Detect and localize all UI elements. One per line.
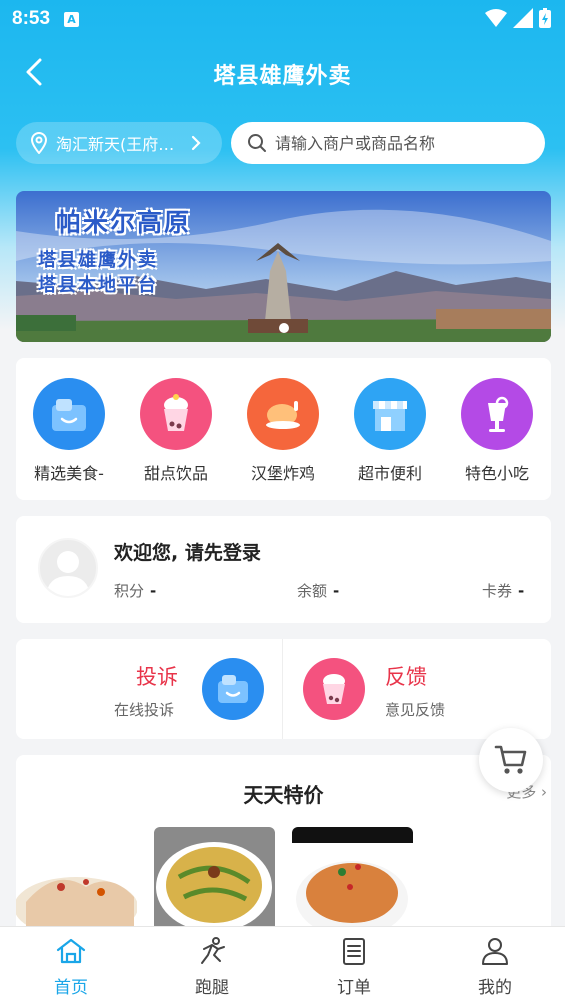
promo-banner[interactable]: 帕米尔高原 塔县雄鹰外卖 塔县本地平台 — [16, 191, 551, 342]
category-item[interactable]: 超市便利 — [345, 378, 435, 488]
status-time: 8:53 — [12, 8, 51, 29]
complaint-icon — [202, 658, 264, 720]
category-label: 特色小吃 — [464, 464, 529, 483]
store-icon — [354, 378, 426, 450]
search-input[interactable] — [275, 133, 535, 153]
profile-icon — [482, 938, 508, 965]
tab-label: 跑腿 — [195, 978, 229, 998]
location-pin-icon — [30, 132, 48, 154]
coupons-value: - — [518, 582, 525, 600]
home-icon — [56, 938, 86, 964]
carousel-indicator — [279, 323, 289, 333]
cart-button[interactable] — [479, 728, 543, 792]
location-text: 淘汇新天(王府… — [56, 135, 175, 154]
status-icons — [485, 8, 551, 28]
wifi-icon — [485, 9, 507, 27]
tab-label: 订单 — [337, 978, 371, 998]
avatar[interactable] — [38, 538, 98, 598]
login-prompt: 欢迎您, 请先登录 — [114, 542, 261, 564]
complaint-title: 投诉 — [136, 665, 178, 689]
coupons-stat[interactable]: 卡券 - — [482, 580, 524, 601]
location-selector[interactable]: 淘汇新天(王府… — [16, 122, 222, 164]
roast-chicken-icon — [247, 378, 319, 450]
daily-deals-section: 天天特价 更多 › — [16, 755, 551, 935]
runner-icon — [201, 937, 225, 964]
chevron-right-icon: › — [541, 783, 547, 801]
page-title: 塔县雄鹰外卖 — [213, 64, 352, 89]
notification-indicator: A — [64, 11, 80, 27]
tab-home[interactable]: 首页 — [21, 937, 121, 998]
complaint-entry[interactable]: 投诉 在线投诉 — [16, 639, 282, 739]
tab-orders[interactable]: 订单 — [304, 937, 404, 998]
deal-item-image[interactable] — [16, 827, 137, 935]
balance-value: - — [333, 582, 340, 600]
deal-item-image[interactable] — [154, 827, 275, 935]
milk-tea-icon — [140, 378, 212, 450]
section-title: 天天特价 — [243, 783, 324, 807]
category-label: 精选美食- — [34, 464, 104, 483]
points-value: - — [150, 582, 157, 600]
snack-cup-icon — [461, 378, 533, 450]
category-item[interactable]: 汉堡炸鸡 — [238, 378, 328, 488]
order-list-icon — [343, 938, 365, 965]
tab-label: 我的 — [478, 978, 512, 998]
battery-icon — [539, 8, 551, 28]
nav-bar: 塔县雄鹰外卖 — [0, 44, 565, 100]
points-label: 积分 — [114, 582, 145, 600]
deal-item-image[interactable] — [292, 827, 413, 935]
banner-line-2: 塔县本地平台 — [38, 275, 158, 296]
bottom-tab-bar: 首页 跑腿 订单 我的 — [0, 926, 565, 1004]
category-label: 甜点饮品 — [143, 464, 208, 483]
cart-icon — [494, 745, 527, 774]
points-stat[interactable]: 积分 - — [114, 580, 156, 601]
chevron-right-icon — [191, 135, 201, 151]
tab-profile[interactable]: 我的 — [445, 937, 545, 998]
banner-line-1: 塔县雄鹰外卖 — [38, 250, 158, 271]
signal-icon — [513, 8, 533, 28]
balance-stat[interactable]: 余额 - — [297, 580, 339, 601]
feedback-title: 反馈 — [385, 665, 427, 689]
feedback-entry[interactable]: 反馈 意见反馈 — [283, 639, 551, 739]
balance-label: 余额 — [297, 582, 328, 600]
coupons-label: 卡券 — [482, 582, 513, 600]
feedback-icon — [303, 658, 365, 720]
category-item[interactable]: 特色小吃 — [452, 378, 542, 488]
service-card: 投诉 在线投诉 反馈 意见反馈 — [16, 639, 551, 739]
category-item[interactable]: 精选美食- — [24, 378, 114, 488]
default-avatar-icon — [46, 551, 90, 596]
tab-errand[interactable]: 跑腿 — [162, 937, 262, 998]
search-box[interactable] — [231, 122, 545, 164]
banner-title: 帕米尔高原 — [56, 208, 192, 237]
search-icon — [248, 134, 266, 152]
category-label: 超市便利 — [357, 464, 422, 483]
tab-label: 首页 — [54, 978, 88, 998]
food-bag-icon — [33, 378, 105, 450]
complaint-subtitle: 在线投诉 — [114, 701, 175, 719]
status-bar: 8:53 A — [0, 0, 565, 38]
feedback-subtitle: 意见反馈 — [385, 701, 446, 719]
category-label: 汉堡炸鸡 — [250, 464, 315, 483]
category-grid: 精选美食- 甜点饮品 汉堡炸鸡 超市便利 特色小吃 — [16, 358, 551, 500]
login-card[interactable]: 欢迎您, 请先登录 积分 - 余额 - 卡券 - — [16, 516, 551, 623]
category-item[interactable]: 甜点饮品 — [131, 378, 221, 488]
